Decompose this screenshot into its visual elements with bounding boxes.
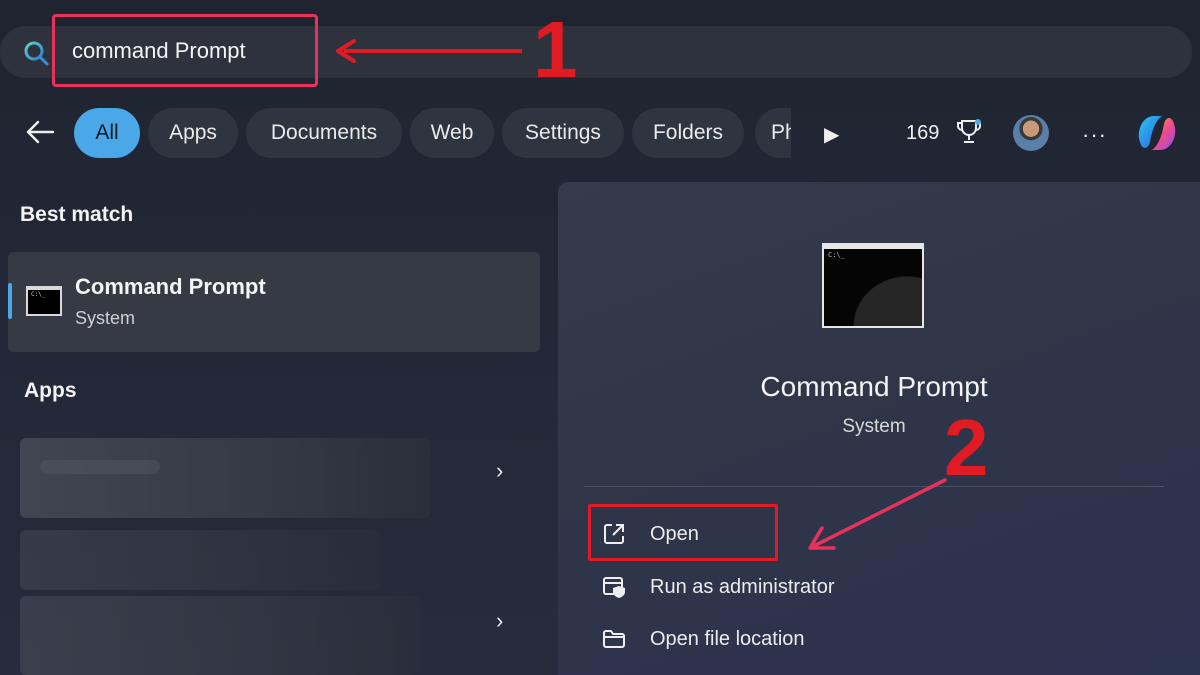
run-as-admin-action[interactable]: Run as administrator — [600, 567, 835, 607]
rewards-trophy-icon[interactable] — [956, 118, 982, 146]
filter-tab-documents[interactable]: Documents — [246, 108, 402, 158]
more-icon[interactable]: ··· — [1082, 122, 1107, 148]
folder-icon — [600, 625, 628, 653]
avatar[interactable] — [1013, 115, 1049, 151]
open-file-location-action[interactable]: Open file location — [600, 619, 805, 659]
best-match-result[interactable] — [8, 252, 540, 352]
filter-tab-overflow[interactable]: Ph — [755, 108, 791, 158]
filter-tab-apps[interactable]: Apps — [148, 108, 238, 158]
blurred-app-result-3[interactable] — [20, 596, 420, 675]
annotation-box-search — [52, 14, 318, 87]
annotation-arrow-2 — [808, 478, 947, 550]
filter-tab-web[interactable]: Web — [410, 108, 494, 158]
rewards-count: 169 — [906, 122, 940, 144]
shield-admin-icon — [600, 573, 628, 601]
blurred-app-result-1[interactable] — [20, 438, 430, 518]
cmd-prompt-glyph: C:\_ — [31, 291, 46, 298]
annotation-box-open — [588, 504, 778, 561]
chevron-right-icon[interactable]: › — [496, 608, 503, 634]
annotation-arrow-1 — [336, 39, 522, 63]
annotation-number-1: 1 — [533, 5, 578, 94]
play-icon[interactable]: ▶ — [824, 122, 839, 147]
run-as-admin-label: Run as administrator — [650, 575, 835, 598]
command-prompt-large-icon: C:\_ — [822, 243, 924, 328]
annotation-number-2: 2 — [944, 403, 989, 492]
selection-indicator — [8, 283, 12, 319]
detail-app-name: Command Prompt — [760, 371, 988, 402]
filter-tab-all[interactable]: All — [74, 108, 140, 158]
blurred-text — [40, 460, 160, 474]
detail-app-subtitle: System — [842, 416, 906, 437]
best-match-subtitle: System — [75, 308, 136, 328]
windows-search-window: command Prompt 1 All Apps Documents Web … — [0, 0, 1200, 675]
best-match-name: Command Prompt — [75, 274, 266, 299]
apps-heading: Apps — [24, 379, 77, 402]
cmd-prompt-glyph-large: C:\_ — [828, 251, 845, 259]
copilot-icon[interactable] — [1132, 108, 1182, 158]
open-file-location-label: Open file location — [650, 627, 805, 650]
chevron-right-icon[interactable]: › — [496, 458, 503, 484]
back-arrow-icon[interactable] — [24, 116, 56, 148]
command-prompt-app-icon: C:\_ — [26, 286, 62, 316]
best-match-heading: Best match — [20, 203, 134, 226]
search-icon — [24, 41, 49, 66]
blurred-app-result-2[interactable] — [20, 530, 380, 590]
filter-tab-overflow-label: Ph — [755, 108, 791, 158]
filter-tab-folders[interactable]: Folders — [632, 108, 744, 158]
filter-tab-settings[interactable]: Settings — [502, 108, 624, 158]
